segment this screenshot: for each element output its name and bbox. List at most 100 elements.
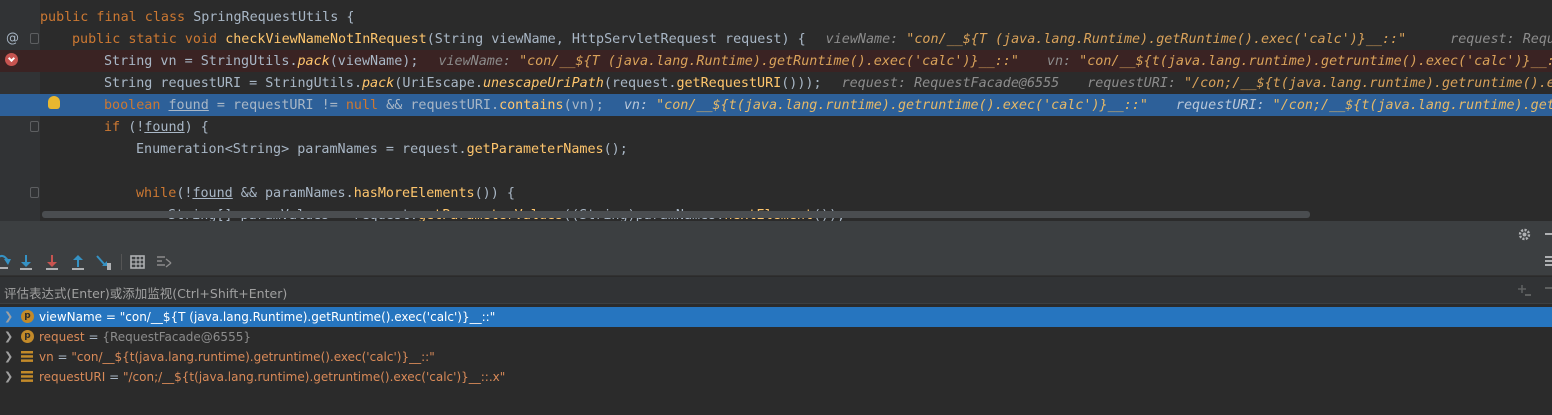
code-editor[interactable]: public final class SpringRequestUtils { … xyxy=(0,0,1552,221)
local-variable-icon xyxy=(21,351,33,362)
type-name: HttpServletRequest xyxy=(571,32,717,47)
evaluate-expression-bar[interactable]: 评估表达式(Enter)或添加监视(Ctrl+Shift+Enter) xyxy=(0,277,1552,304)
code-text: viewName, xyxy=(483,32,572,47)
variable-equals: = xyxy=(102,310,120,324)
class-name: StringUtils xyxy=(200,54,290,69)
method-name: getRequestURI xyxy=(676,76,782,91)
fold-marker-icon[interactable] xyxy=(30,187,39,198)
current-execution-line[interactable]: boolean found = requestURI != null && re… xyxy=(0,94,1552,116)
force-step-into-icon[interactable] xyxy=(43,253,61,271)
inline-hint-value: RequestFacade@6555 xyxy=(914,76,1060,91)
code-text: . xyxy=(353,76,362,91)
toolbar-separator xyxy=(121,254,122,270)
variable-row[interactable]: ❯ requestURI = "/con;/__${t(java.lang.ru… xyxy=(0,367,1552,387)
local-variable-icon xyxy=(21,371,33,382)
variable-equals: = xyxy=(53,350,72,364)
code-text: ()) { xyxy=(474,186,515,201)
type-name: String xyxy=(104,76,153,91)
evaluate-expression-input[interactable]: 评估表达式(Enter)或添加监视(Ctrl+Shift+Enter) xyxy=(4,283,287,302)
inline-hint-name: vn: xyxy=(1046,54,1080,69)
inline-hint-name: request: xyxy=(841,76,915,91)
code-line[interactable]: if (!found) { xyxy=(0,116,1552,138)
code-line[interactable]: while(!found && paramNames.hasMoreElemen… xyxy=(0,182,1552,204)
code-line[interactable]: public final class SpringRequestUtils { xyxy=(0,6,1552,28)
keyword: while xyxy=(136,186,177,201)
inline-hint-name: request: Request xyxy=(1450,32,1552,47)
code-line[interactable]: String requestURI = StringUtils.pack(Uri… xyxy=(0,72,1552,94)
chevron-right-icon[interactable]: ❯ xyxy=(4,310,13,323)
variable-row[interactable]: ❯ vn = "con/__${t(java.lang.runtime).get… xyxy=(0,347,1552,367)
code-line[interactable]: Enumeration<String> paramNames = request… xyxy=(0,138,1552,160)
menu-icon[interactable] xyxy=(1545,256,1552,258)
step-over-icon[interactable] xyxy=(0,253,12,271)
inline-hint-name: viewName: xyxy=(825,32,907,47)
method-name: checkViewNameNotInRequest xyxy=(225,32,427,47)
step-out-icon[interactable] xyxy=(69,253,87,271)
gear-icon[interactable] xyxy=(1517,227,1532,242)
breakpoint-line[interactable]: String vn = StringUtils.pack(viewName); v… xyxy=(0,50,1552,72)
run-to-cursor-icon[interactable] xyxy=(95,253,113,271)
inline-hint-name: requestURI: xyxy=(1087,76,1184,91)
code-text: . xyxy=(289,54,298,69)
variable-row[interactable]: ❯ p viewName = "con/__${T (java.lang.Run… xyxy=(0,307,1552,327)
variable-value: "/con;/__${t(java.lang.runtime).getrunti… xyxy=(122,370,506,384)
parameter-icon: p xyxy=(21,310,34,323)
code-line[interactable]: @ public static void checkViewNameNotInR… xyxy=(0,28,1552,50)
code-text: && requestURI. xyxy=(378,98,500,113)
code-text: ( xyxy=(426,32,435,47)
code-text: vn = xyxy=(152,54,201,69)
parameter-icon: p xyxy=(21,330,34,343)
trace-icon[interactable] xyxy=(155,253,173,271)
code-text: && paramNames. xyxy=(232,186,354,201)
method-name: pack xyxy=(297,54,330,69)
chevron-right-icon[interactable]: ❯ xyxy=(4,370,13,383)
code-text: (viewName); xyxy=(329,54,419,69)
menu-icon-line xyxy=(1545,260,1552,262)
expand-icon[interactable] xyxy=(1545,287,1552,289)
chevron-right-icon[interactable]: ❯ xyxy=(4,330,13,343)
inline-hint-name: vn: xyxy=(623,98,657,113)
debugger-toolbar xyxy=(0,248,1552,276)
method-name: hasMoreElements xyxy=(353,186,475,201)
method-name: pack xyxy=(362,76,395,91)
horizontal-scrollbar[interactable] xyxy=(42,211,1310,218)
minimize-icon[interactable] xyxy=(1545,233,1552,235)
step-into-icon[interactable] xyxy=(17,253,35,271)
keyword: null xyxy=(345,98,379,113)
variable-name: found xyxy=(144,120,185,135)
menu-icon-line xyxy=(1545,264,1552,266)
keyword: public final class xyxy=(40,10,194,25)
inline-hint-value: "con/__${T (java.lang.Runtime).getRuntim… xyxy=(906,32,1407,47)
class-name: SpringRequestUtils xyxy=(193,10,339,25)
inline-hint-name: requestURI: xyxy=(1175,98,1273,113)
class-name: UriEscape xyxy=(402,76,475,91)
add-watch-icon[interactable] xyxy=(1517,284,1531,298)
variable-name: requestURI xyxy=(39,370,106,384)
evaluate-expression-icon[interactable] xyxy=(129,253,147,271)
variable-value: {RequestFacade@6555} xyxy=(102,330,251,344)
type-name: Enumeration xyxy=(136,142,225,157)
lightbulb-icon[interactable] xyxy=(48,96,60,109)
code-text: ())); xyxy=(781,76,822,91)
method-name: contains xyxy=(499,98,564,113)
type-name: String xyxy=(104,54,153,69)
variable-name: found xyxy=(168,98,209,113)
variable-row[interactable]: ❯ p request = {RequestFacade@6555} xyxy=(0,327,1552,347)
fold-marker-icon[interactable] xyxy=(30,121,39,132)
inline-hint-value: "con/__${t(java.lang.runtime).getruntime… xyxy=(656,98,1148,113)
variable-name: request xyxy=(39,330,85,344)
chevron-right-icon[interactable]: ❯ xyxy=(4,350,13,363)
code-text: (vn); xyxy=(563,98,604,113)
variable-value: "con/__${t(java.lang.runtime).getruntime… xyxy=(71,350,435,364)
debugger-panel: 评估表达式(Enter)或添加监视(Ctrl+Shift+Enter) ❯ p … xyxy=(0,221,1552,415)
code-text: ) { xyxy=(184,120,209,135)
keyword: if xyxy=(104,120,129,135)
variable-equals: = xyxy=(105,370,123,384)
annotation-gutter-icon[interactable]: @ xyxy=(6,31,19,46)
code-text: requestURI = xyxy=(152,76,266,91)
code-text: (! xyxy=(176,186,193,201)
fold-marker-icon[interactable] xyxy=(30,33,39,44)
code-text: (); xyxy=(603,142,628,157)
method-name: unescapeUriPath xyxy=(482,76,604,91)
inline-hint-name: viewName: xyxy=(438,54,520,69)
